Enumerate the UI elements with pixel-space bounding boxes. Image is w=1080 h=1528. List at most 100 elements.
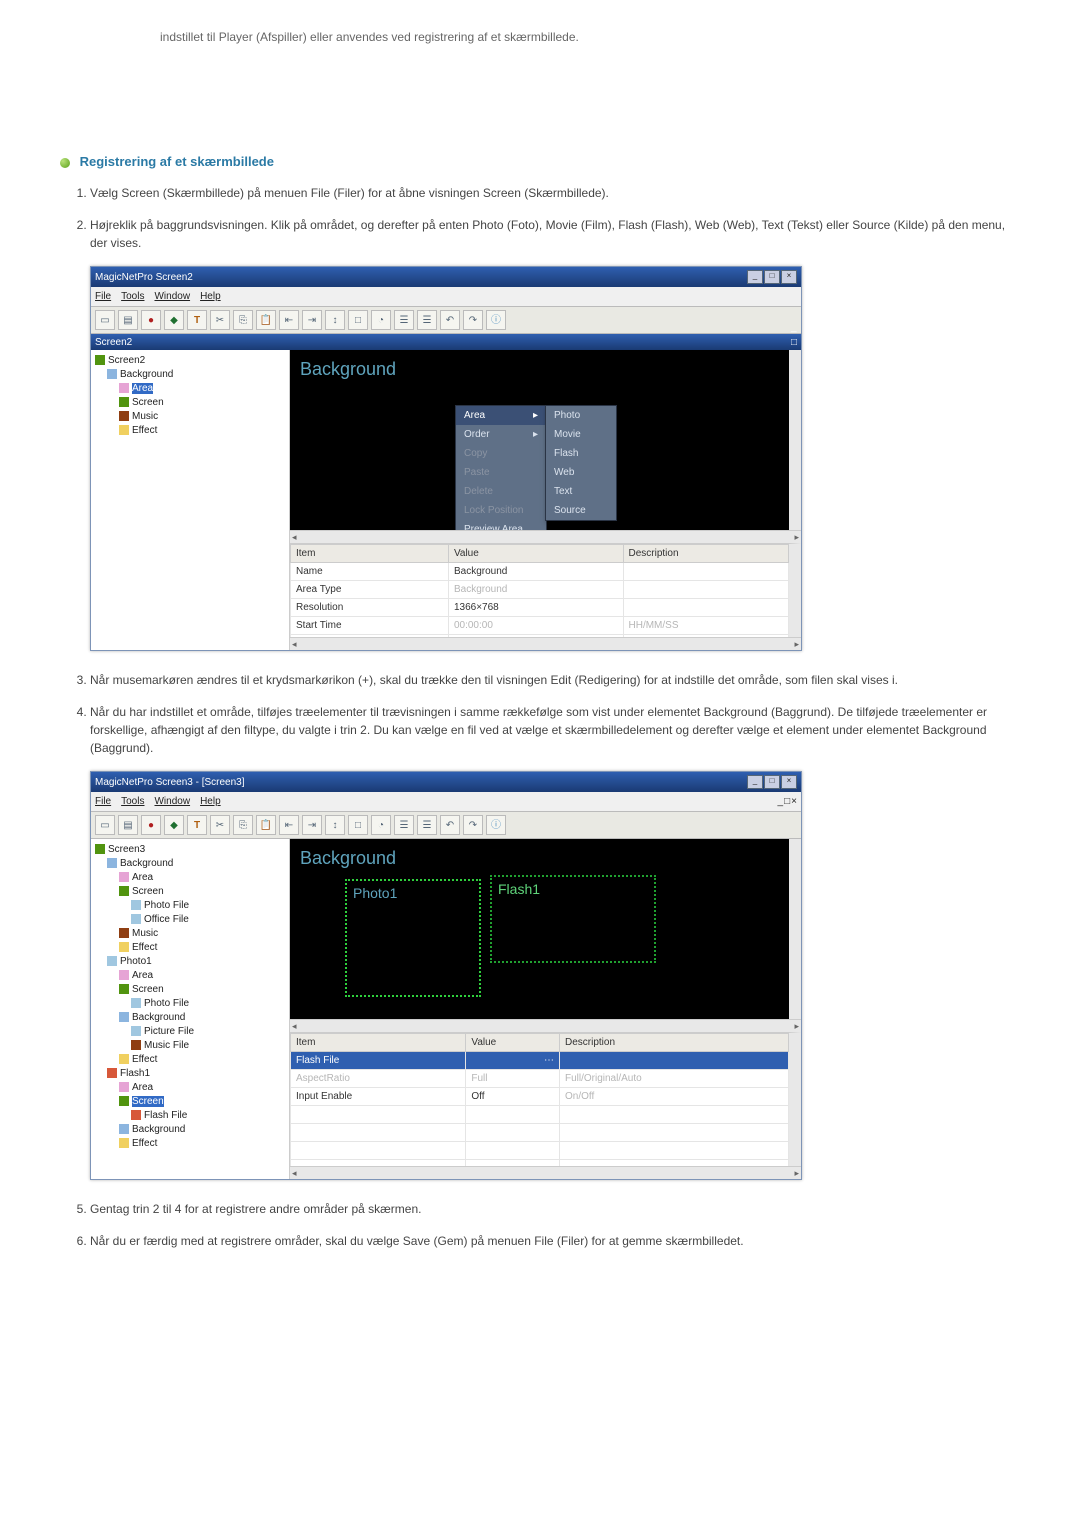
h-scrollbar[interactable] bbox=[290, 637, 801, 650]
h-scrollbar[interactable] bbox=[290, 1166, 801, 1179]
background-icon bbox=[119, 1124, 129, 1134]
toolbar-icon[interactable]: ☰ bbox=[394, 310, 414, 330]
toolbar-icon[interactable]: ↕ bbox=[325, 815, 345, 835]
ctx-item-copy: Copy bbox=[456, 444, 546, 463]
screen-icon bbox=[95, 844, 105, 854]
col-desc: Description bbox=[623, 545, 789, 563]
photo-icon bbox=[107, 956, 117, 966]
area-icon bbox=[119, 872, 129, 882]
toolbar-icon[interactable]: ✂ bbox=[210, 815, 230, 835]
tree-node-area[interactable]: Area bbox=[132, 383, 153, 394]
step-4: Når du har indstillet et område, tilføje… bbox=[90, 703, 1020, 1180]
ctx-sub-movie[interactable]: Movie bbox=[546, 425, 616, 444]
toolbar-icon[interactable]: ● bbox=[141, 310, 161, 330]
toolbar-icon[interactable]: 📋 bbox=[256, 815, 276, 835]
close-button[interactable]: × bbox=[781, 775, 797, 789]
toolbar-icon[interactable]: ▤ bbox=[118, 815, 138, 835]
menubar: File Tools Window Help bbox=[91, 287, 801, 307]
picture-icon bbox=[131, 1026, 141, 1036]
h-scrollbar[interactable] bbox=[290, 530, 801, 543]
toolbar-icon[interactable]: ✂ bbox=[210, 310, 230, 330]
menu-file[interactable]: File bbox=[95, 794, 111, 809]
toolbar-icon[interactable]: ⇤ bbox=[279, 310, 299, 330]
background-icon bbox=[107, 858, 117, 868]
toolbar-icon[interactable]: ◔ bbox=[371, 310, 391, 330]
toolbar-icon[interactable]: ↕ bbox=[325, 310, 345, 330]
preview-slot-photo[interactable]: Photo1 bbox=[345, 879, 481, 997]
toolbar-icon[interactable]: ◆ bbox=[164, 815, 184, 835]
flash-icon bbox=[131, 1110, 141, 1120]
section-heading: Registrering af et skærmbillede bbox=[60, 154, 1020, 169]
col-desc: Description bbox=[559, 1034, 788, 1052]
menu-help[interactable]: Help bbox=[200, 289, 221, 304]
mdi-title: Screen2 bbox=[95, 335, 132, 350]
ctx-item-order[interactable]: Order▸ bbox=[456, 425, 546, 444]
toolbar-icon[interactable]: 📋 bbox=[256, 310, 276, 330]
mdi-close-button[interactable]: × bbox=[791, 794, 797, 809]
toolbar-icon[interactable]: ▤ bbox=[118, 310, 138, 330]
screen-icon bbox=[95, 355, 105, 365]
toolbar-icon[interactable]: ↶ bbox=[440, 815, 460, 835]
photo-icon bbox=[131, 900, 141, 910]
toolbar-icon[interactable]: ☰ bbox=[417, 815, 437, 835]
toolbar-icon[interactable]: ● bbox=[141, 815, 161, 835]
minimize-button[interactable]: _ bbox=[747, 775, 763, 789]
toolbar-icon[interactable]: ◆ bbox=[164, 310, 184, 330]
menu-window[interactable]: Window bbox=[154, 289, 190, 304]
step-6: Når du er færdig med at registrere områd… bbox=[90, 1232, 1020, 1250]
ctx-sub-web[interactable]: Web bbox=[546, 463, 616, 482]
menu-help[interactable]: Help bbox=[200, 794, 221, 809]
menu-tools[interactable]: Tools bbox=[121, 794, 144, 809]
mdi-maximize-button[interactable]: □ bbox=[791, 335, 797, 350]
screen-icon bbox=[119, 886, 129, 896]
photo-icon bbox=[131, 998, 141, 1008]
toolbar-icon[interactable]: ⇤ bbox=[279, 815, 299, 835]
toolbar-icon[interactable]: T bbox=[187, 815, 207, 835]
close-button[interactable]: × bbox=[781, 270, 797, 284]
tree-view[interactable]: Screen3 Background Area Screen Photo Fil… bbox=[91, 839, 290, 1179]
background-icon bbox=[107, 369, 117, 379]
ctx-item-area[interactable]: Area▸ bbox=[456, 406, 546, 425]
toolbar-icon[interactable]: ⎘ bbox=[233, 815, 253, 835]
mdi-minimize-button[interactable]: _ bbox=[791, 320, 797, 335]
toolbar-icon[interactable]: ⇥ bbox=[302, 310, 322, 330]
minimize-button[interactable]: _ bbox=[747, 270, 763, 284]
toolbar-icon[interactable]: ▭ bbox=[95, 310, 115, 330]
ctx-sub-flash[interactable]: Flash bbox=[546, 444, 616, 463]
toolbar-icon[interactable]: ▭ bbox=[95, 815, 115, 835]
flash-icon bbox=[107, 1068, 117, 1078]
preview-bg-label: Background bbox=[300, 845, 396, 872]
toolbar-icon[interactable]: ☰ bbox=[394, 815, 414, 835]
menu-window[interactable]: Window bbox=[154, 794, 190, 809]
toolbar-icon[interactable]: ↷ bbox=[463, 310, 483, 330]
preview-area[interactable]: Background Area▸ Order▸ Copy Paste Delet… bbox=[290, 350, 801, 530]
toolbar-icon[interactable]: ⓘ bbox=[486, 310, 506, 330]
mdi-max-button[interactable]: □ bbox=[784, 794, 790, 809]
toolbar-icon[interactable]: □ bbox=[348, 815, 368, 835]
maximize-button[interactable]: □ bbox=[764, 270, 780, 284]
maximize-button[interactable]: □ bbox=[764, 775, 780, 789]
preview-area[interactable]: Background Photo1 Flash1 bbox=[290, 839, 801, 1019]
toolbar-icon[interactable]: ☰ bbox=[417, 310, 437, 330]
preview-slot-flash[interactable]: Flash1 bbox=[490, 875, 656, 963]
toolbar-icon[interactable]: ↷ bbox=[463, 815, 483, 835]
toolbar-icon[interactable]: T bbox=[187, 310, 207, 330]
ctx-sub-photo[interactable]: Photo bbox=[546, 406, 616, 425]
ctx-item-preview[interactable]: Preview Area bbox=[456, 520, 546, 530]
toolbar-icon[interactable]: ↶ bbox=[440, 310, 460, 330]
col-item: Item bbox=[291, 1034, 466, 1052]
ctx-sub-text[interactable]: Text bbox=[546, 482, 616, 501]
menu-file[interactable]: File bbox=[95, 289, 111, 304]
toolbar-icon[interactable]: □ bbox=[348, 310, 368, 330]
toolbar-icon[interactable]: ⇥ bbox=[302, 815, 322, 835]
h-scrollbar[interactable] bbox=[290, 1019, 801, 1032]
col-value: Value bbox=[466, 1034, 560, 1052]
tree-node-screen[interactable]: Screen bbox=[132, 1096, 164, 1107]
menu-tools[interactable]: Tools bbox=[121, 289, 144, 304]
toolbar-icon[interactable]: ⓘ bbox=[486, 815, 506, 835]
toolbar-icon[interactable]: ◔ bbox=[371, 815, 391, 835]
mdi-minimize-button[interactable]: _ bbox=[778, 794, 784, 809]
tree-view[interactable]: Screen2 Background Area Screen Music Eff… bbox=[91, 350, 290, 650]
ctx-sub-source[interactable]: Source bbox=[546, 501, 616, 520]
toolbar-icon[interactable]: ⎘ bbox=[233, 310, 253, 330]
